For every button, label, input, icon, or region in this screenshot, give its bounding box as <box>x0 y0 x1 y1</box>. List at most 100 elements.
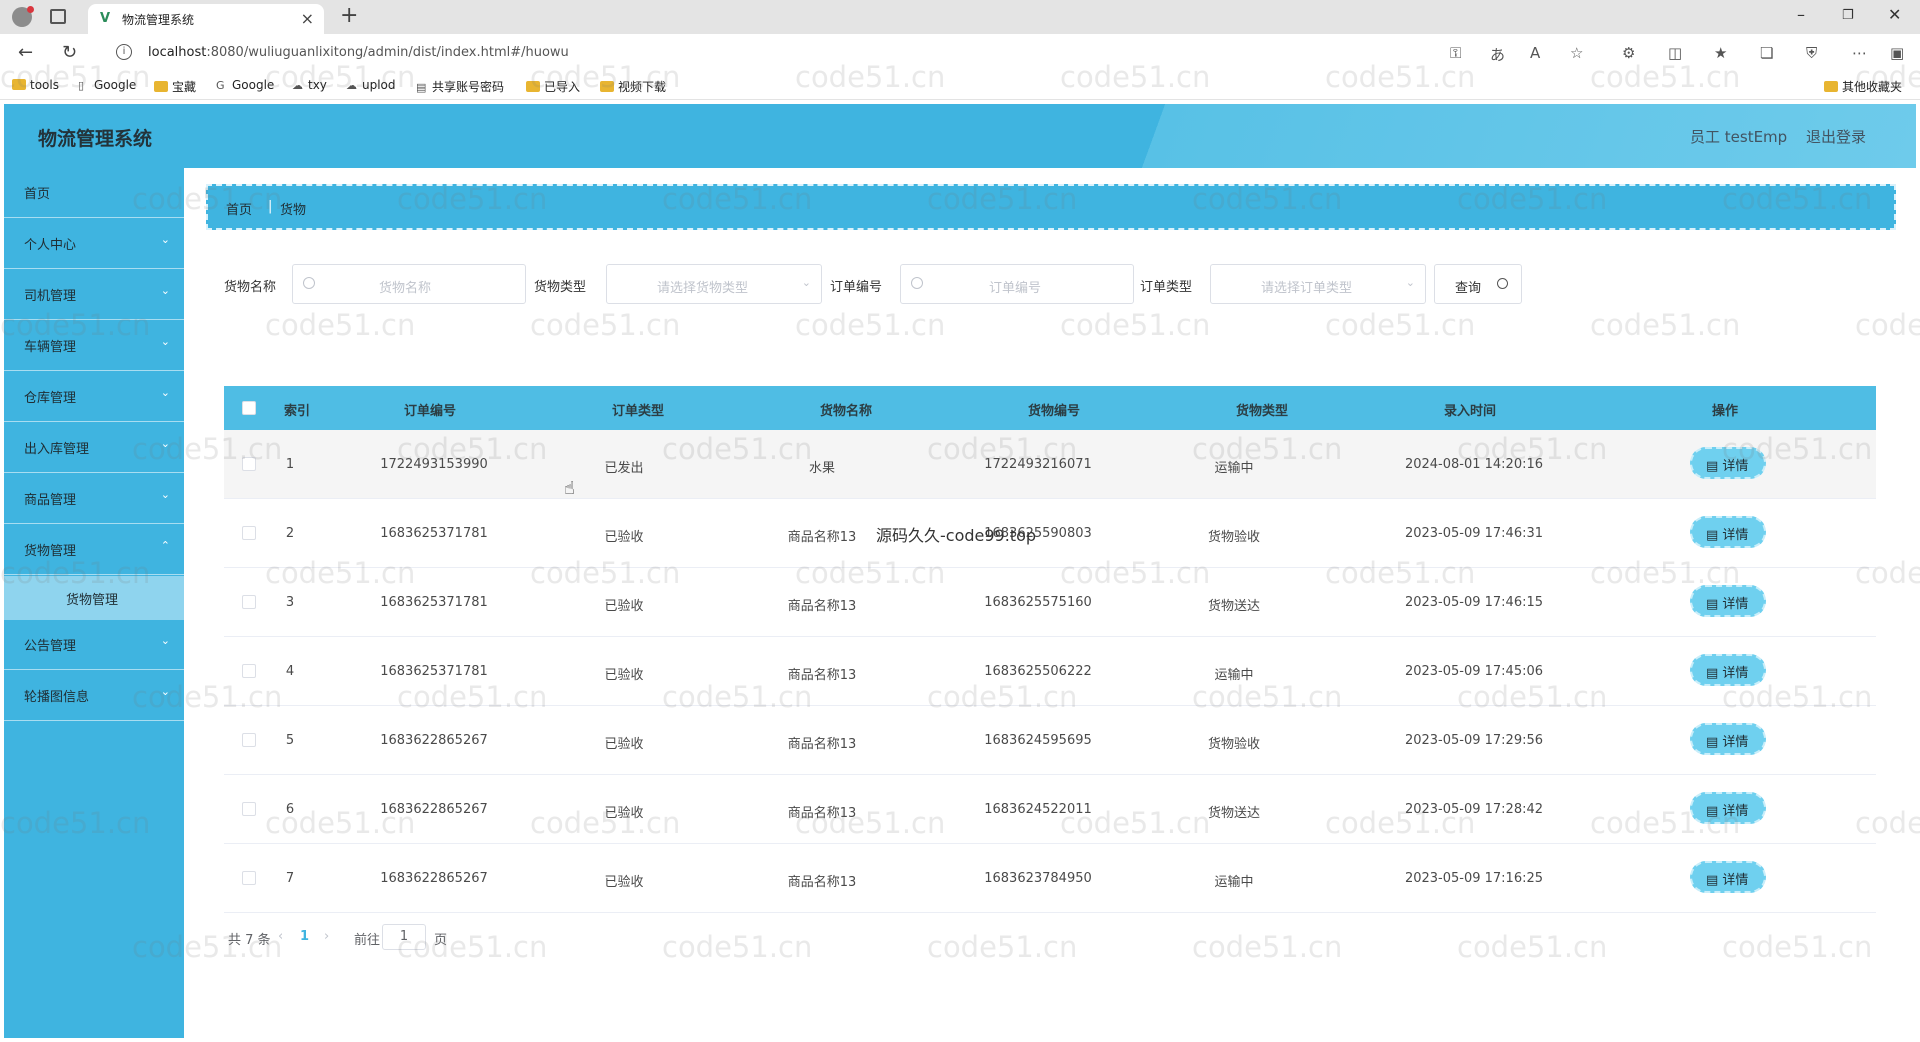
bookmark-google-2[interactable]: G Google <box>216 78 274 92</box>
sidebar-item-products[interactable]: 商品管理 ⌄ <box>4 474 184 524</box>
sidebar-item-vehicles[interactable]: 车辆管理 ⌄ <box>4 321 184 371</box>
row-checkbox[interactable] <box>242 733 256 747</box>
sidebar-item-goods[interactable]: 货物管理 ⌃ <box>4 525 184 575</box>
col-goods-no: 货物编号 <box>1028 404 1081 419</box>
split-screen-icon[interactable]: ◫ <box>1668 44 1682 62</box>
detail-button[interactable]: ▤ 详情 <box>1690 447 1766 479</box>
table-row[interactable]: 3 1683625371781 已验收 商品名称13 1683625575160 货物送达… <box>224 568 1876 637</box>
back-icon[interactable]: ← <box>18 42 33 63</box>
bookmark-uplod[interactable]: ☁ uplod <box>346 78 396 92</box>
bookmark-treasure[interactable]: 宝藏 <box>154 78 196 95</box>
close-window-icon[interactable]: ✕ <box>1888 5 1901 24</box>
logout-link[interactable]: 退出登录 <box>1806 126 1866 147</box>
table-row[interactable]: 4 1683625371781 已验收 商品名称13 1683625506222 运输中 2… <box>224 637 1876 706</box>
sidebar-item-home[interactable]: 首页 <box>4 168 184 218</box>
tab-actions-icon[interactable] <box>50 9 66 24</box>
chevron-down-icon: ⌄ <box>160 386 170 399</box>
translate-icon[interactable]: あ <box>1490 44 1505 65</box>
cell-index: 7 <box>285 871 295 886</box>
query-button[interactable]: 查询 <box>1434 264 1522 304</box>
sidebar-item-profile[interactable]: 个人中心 ⌄ <box>4 219 184 269</box>
row-checkbox[interactable] <box>242 664 256 678</box>
row-checkbox[interactable] <box>242 871 256 885</box>
bookmark-video-download[interactable]: 视频下载 <box>600 78 666 95</box>
order-type-label: 订单类型 <box>1140 280 1193 295</box>
site-info-icon[interactable]: i <box>116 44 132 60</box>
key-icon[interactable]: ⚿ <box>1450 44 1461 62</box>
extensions-icon[interactable]: ⚙ <box>1622 44 1635 62</box>
cell-index: 1 <box>285 457 295 472</box>
bookmark-txy[interactable]: ☁ txy <box>292 78 327 92</box>
sidebar-item-notices[interactable]: 公告管理 ⌄ <box>4 620 184 670</box>
goto-page-input[interactable]: 1 <box>382 924 426 950</box>
table-row[interactable]: 6 1683622865267 已验收 商品名称13 1683624522011 货物送达… <box>224 775 1876 844</box>
sidebar-item-carousel[interactable]: 轮播图信息 ⌄ <box>4 671 184 721</box>
browser-tab[interactable]: V 物流管理系统 × <box>88 4 324 34</box>
query-button-label: 查询 <box>1455 281 1482 296</box>
detail-button[interactable]: ▤ 详情 <box>1690 723 1766 755</box>
document-icon: ▤ <box>1706 873 1723 888</box>
cell-index: 4 <box>285 664 295 679</box>
collections-icon[interactable]: ❏ <box>1760 44 1773 62</box>
row-checkbox[interactable] <box>242 526 256 540</box>
bookmark-shared-accounts[interactable]: ▤ 共享账号密码 <box>416 78 504 95</box>
security-icon[interactable]: ⛨ <box>1806 44 1817 62</box>
cell-goods-name: 商品名称13 <box>787 806 857 821</box>
table-row[interactable]: 5 1683622865267 已验收 商品名称13 1683624595695 货物验收… <box>224 706 1876 775</box>
detail-button[interactable]: ▤ 详情 <box>1690 585 1766 617</box>
bookmark-imported[interactable]: 已导入 <box>526 78 580 95</box>
order-type-select[interactable]: 请选择订单类型 ⌄ <box>1210 264 1426 304</box>
select-all-checkbox[interactable] <box>242 401 256 415</box>
sidebar-toggle-icon[interactable]: ▣ <box>1890 44 1904 62</box>
bookmark-tools[interactable]: tools <box>12 78 59 92</box>
cell-order-type: 已验收 <box>604 875 644 890</box>
detail-button-label: ▤ 详情 <box>1706 593 1748 612</box>
detail-button-label: ▤ 详情 <box>1706 800 1748 819</box>
col-actions: 操作 <box>1712 404 1739 419</box>
cell-time: 2024-08-01 14:20:16 <box>1404 457 1544 472</box>
pagination-total: 共 7 条 <box>228 933 271 948</box>
detail-button[interactable]: ▤ 详情 <box>1690 654 1766 686</box>
table-row[interactable]: 1 1722493153990 已发出 水果 1722493216071 运输中 2024-… <box>224 430 1876 499</box>
favorites-icon[interactable]: ★ <box>1714 44 1727 62</box>
cell-index: 3 <box>285 595 295 610</box>
row-checkbox[interactable] <box>242 802 256 816</box>
goods-name-input[interactable]: 货物名称 <box>292 264 526 304</box>
minimize-icon[interactable]: – <box>1797 5 1805 24</box>
url-field[interactable]: i localhost:8080/wuliuguanlixitong/admin… <box>106 40 1586 67</box>
profile-avatar[interactable] <box>12 6 34 27</box>
table-row[interactable]: 7 1683622865267 已验收 商品名称13 1683623784950 运输中 2… <box>224 844 1876 913</box>
table-row[interactable]: 2 1683625371781 已验收 商品名称13 1683625590803 货物验收… <box>224 499 1876 568</box>
detail-button[interactable]: ▤ 详情 <box>1690 516 1766 548</box>
bookmark-google[interactable]: ▯ Google <box>78 78 136 92</box>
favorite-star-icon[interactable]: ☆ <box>1570 44 1583 62</box>
breadcrumb-home[interactable]: 首页 <box>226 199 252 218</box>
goods-type-select[interactable]: 请选择货物类型 ⌄ <box>606 264 822 304</box>
new-tab-icon[interactable]: + <box>340 3 358 28</box>
order-no-label: 订单编号 <box>830 280 883 295</box>
order-no-input[interactable]: 订单编号 <box>900 264 1134 304</box>
sidebar-subitem-goods-management[interactable]: 货物管理 <box>4 576 184 620</box>
sidebar-item-drivers[interactable]: 司机管理 ⌄ <box>4 270 184 320</box>
cell-order-type: 已验收 <box>604 530 644 545</box>
prev-page-icon[interactable]: ‹ <box>278 929 283 944</box>
refresh-icon[interactable]: ↻ <box>62 42 77 63</box>
sidebar-item-inout[interactable]: 出入库管理 ⌄ <box>4 423 184 473</box>
sidebar-item-warehouses[interactable]: 仓库管理 ⌄ <box>4 372 184 422</box>
close-tab-icon[interactable]: × <box>301 9 314 28</box>
order-no-placeholder: 订单编号 <box>989 281 1042 296</box>
read-aloud-icon[interactable]: A <box>1530 44 1540 62</box>
current-user: 员工 testEmp <box>1690 128 1788 146</box>
page-number-current[interactable]: 1 <box>300 929 309 944</box>
detail-button[interactable]: ▤ 详情 <box>1690 792 1766 824</box>
cell-goods-no: 1683625575160 <box>984 595 1092 610</box>
more-icon[interactable]: ⋯ <box>1852 44 1867 62</box>
order-type-placeholder: 请选择订单类型 <box>1261 281 1353 296</box>
restore-icon[interactable]: ❐ <box>1842 8 1854 23</box>
row-checkbox[interactable] <box>242 457 256 471</box>
google-icon: G <box>216 79 225 92</box>
detail-button[interactable]: ▤ 详情 <box>1690 861 1766 893</box>
row-checkbox[interactable] <box>242 595 256 609</box>
bookmark-other-favorites[interactable]: 其他收藏夹 <box>1824 78 1902 95</box>
next-page-icon[interactable]: › <box>324 929 329 944</box>
